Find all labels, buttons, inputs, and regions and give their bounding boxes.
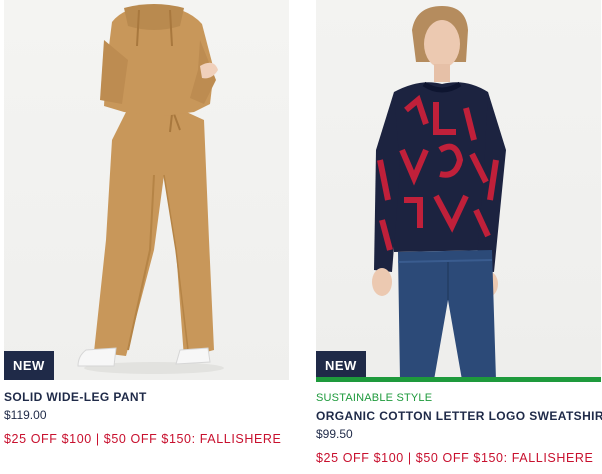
product-card[interactable]: NEW SOLID WIDE-LEG PANT $119.00 $25 OFF … bbox=[4, 0, 289, 474]
product-photo bbox=[372, 6, 506, 380]
product-image-link[interactable]: NEW bbox=[4, 0, 289, 380]
product-price: $119.00 bbox=[4, 408, 47, 422]
product-image-link[interactable]: NEW bbox=[316, 0, 601, 380]
promo-text: $25 OFF $100 | $50 OFF $150: FALLISHERE bbox=[316, 451, 594, 465]
product-card[interactable]: NEW SUSTAINABLE STYLE ORGANIC COTTON LET… bbox=[316, 0, 602, 474]
new-badge: NEW bbox=[316, 351, 366, 380]
product-name-link[interactable]: ORGANIC COTTON LETTER LOGO SWEATSHIRT bbox=[316, 409, 602, 424]
sustainable-bar bbox=[316, 377, 601, 382]
product-photo bbox=[77, 4, 224, 374]
product-price: $99.50 bbox=[316, 427, 353, 441]
product-grid: NEW SOLID WIDE-LEG PANT $119.00 $25 OFF … bbox=[0, 0, 602, 474]
product-info: SOLID WIDE-LEG PANT $119.00 $25 OFF $100… bbox=[4, 390, 289, 447]
product-info: SUSTAINABLE STYLE ORGANIC COTTON LETTER … bbox=[316, 391, 602, 466]
promo-text: $25 OFF $100 | $50 OFF $150: FALLISHERE bbox=[4, 432, 282, 446]
new-badge: NEW bbox=[4, 351, 54, 380]
product-name-link[interactable]: SOLID WIDE-LEG PANT bbox=[4, 390, 289, 405]
sustainable-tag: SUSTAINABLE STYLE bbox=[316, 392, 433, 404]
